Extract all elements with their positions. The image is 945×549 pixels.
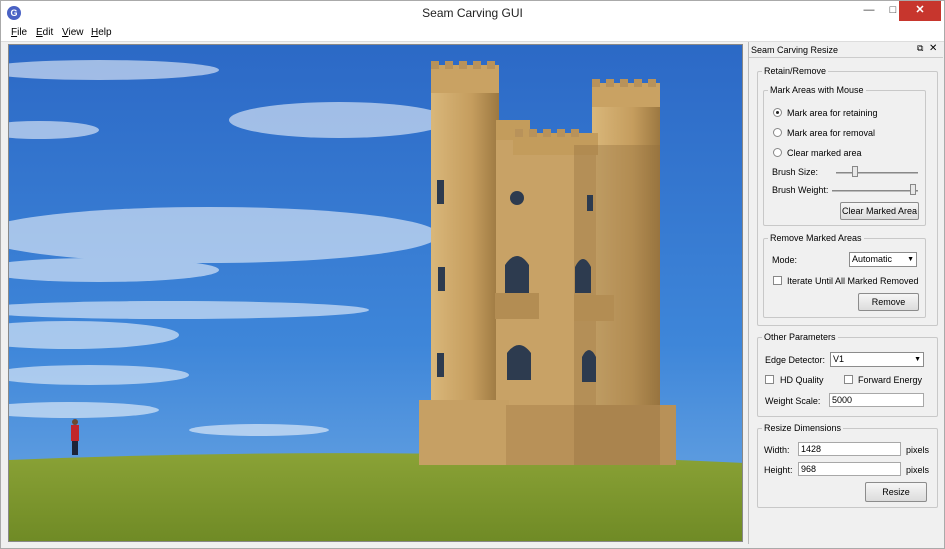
- retain-radio-label[interactable]: Mark area for retaining: [787, 108, 878, 118]
- chevron-down-icon: ▼: [907, 256, 914, 263]
- window-title: Seam Carving GUI: [422, 6, 523, 20]
- resize-button[interactable]: Resize: [865, 482, 927, 502]
- forward-energy-label[interactable]: Forward Energy: [858, 375, 922, 385]
- mark-areas-group: Mark Areas with Mouse Mark area for reta…: [763, 85, 926, 226]
- mode-select[interactable]: Automatic ▼: [849, 252, 917, 267]
- weight-scale-input[interactable]: 5000: [829, 393, 924, 407]
- remove-button-label: Remove: [871, 297, 906, 307]
- brush-size-slider[interactable]: [836, 172, 918, 174]
- menu-help[interactable]: Help: [91, 27, 112, 38]
- edge-detector-value: V1: [833, 354, 845, 364]
- menu-bar: File Edit View Help: [1, 25, 944, 42]
- resize-dimensions-group: Resize Dimensions Width: 1428 pixels Hei…: [757, 423, 938, 508]
- resize-button-label: Resize: [882, 487, 910, 497]
- width-input[interactable]: 1428: [798, 442, 901, 456]
- brush-weight-thumb[interactable]: [910, 184, 916, 195]
- hd-quality-checkbox[interactable]: [765, 375, 774, 384]
- retain-remove-legend: Retain/Remove: [762, 66, 829, 76]
- tower-photo[interactable]: [9, 45, 743, 542]
- height-input[interactable]: 968: [798, 462, 901, 476]
- weight-scale-label: Weight Scale:: [765, 396, 821, 406]
- retain-radio[interactable]: [773, 108, 782, 117]
- brush-weight-slider[interactable]: [832, 190, 918, 192]
- edge-detector-label: Edge Detector:: [765, 355, 826, 365]
- menu-edit[interactable]: Edit: [36, 27, 53, 38]
- forward-energy-checkbox[interactable]: [844, 375, 853, 384]
- close-icon[interactable]: ✕: [929, 43, 937, 54]
- brush-size-thumb[interactable]: [852, 166, 858, 177]
- image-canvas[interactable]: [8, 44, 743, 542]
- width-label: Width:: [764, 445, 790, 455]
- mode-label: Mode:: [772, 255, 798, 265]
- removal-radio[interactable]: [773, 128, 782, 137]
- other-parameters-group: Other Parameters Edge Detector: V1 ▼ HD …: [757, 332, 938, 417]
- menu-file[interactable]: File: [11, 27, 27, 38]
- close-button[interactable]: ✕: [899, 1, 941, 21]
- menu-view[interactable]: View: [62, 27, 84, 38]
- resize-dimensions-legend: Resize Dimensions: [762, 423, 844, 433]
- app-window: G Seam Carving GUI — □ ✕ File Edit View …: [0, 0, 945, 549]
- title-bar: G Seam Carving GUI — □ ✕: [1, 1, 944, 25]
- clear-radio[interactable]: [773, 148, 782, 157]
- removal-radio-label[interactable]: Mark area for removal: [787, 128, 875, 138]
- hd-quality-label[interactable]: HD Quality: [780, 375, 824, 385]
- height-label: Height:: [764, 465, 793, 475]
- iterate-checkbox[interactable]: [773, 276, 782, 285]
- brush-weight-label: Brush Weight:: [772, 185, 829, 195]
- height-unit: pixels: [906, 465, 930, 475]
- remove-button[interactable]: Remove: [858, 293, 919, 311]
- iterate-label[interactable]: Iterate Until All Marked Removed: [787, 276, 919, 286]
- panel-header: Seam Carving Resize ⧉ ✕: [749, 42, 943, 58]
- clear-marked-area-label: Clear Marked Area: [841, 206, 918, 216]
- retain-remove-group: Retain/Remove Mark Areas with Mouse Mark…: [757, 66, 938, 326]
- panel-title: Seam Carving Resize: [751, 45, 839, 55]
- chevron-down-icon: ▼: [914, 356, 921, 363]
- float-icon[interactable]: ⧉: [917, 43, 923, 54]
- mode-select-value: Automatic: [852, 254, 893, 264]
- clear-radio-label[interactable]: Clear marked area: [787, 148, 862, 158]
- edge-detector-select[interactable]: V1 ▼: [830, 352, 924, 367]
- mark-areas-legend: Mark Areas with Mouse: [768, 85, 866, 95]
- brush-size-label: Brush Size:: [772, 167, 819, 177]
- remove-marked-legend: Remove Marked Areas: [768, 233, 864, 243]
- seam-carving-panel: Seam Carving Resize ⧉ ✕ Retain/Remove Ma…: [748, 42, 943, 544]
- clear-marked-area-button[interactable]: Clear Marked Area: [840, 202, 919, 220]
- other-parameters-legend: Other Parameters: [762, 332, 838, 342]
- width-unit: pixels: [906, 445, 930, 455]
- remove-marked-group: Remove Marked Areas Mode: Automatic ▼ It…: [763, 233, 926, 318]
